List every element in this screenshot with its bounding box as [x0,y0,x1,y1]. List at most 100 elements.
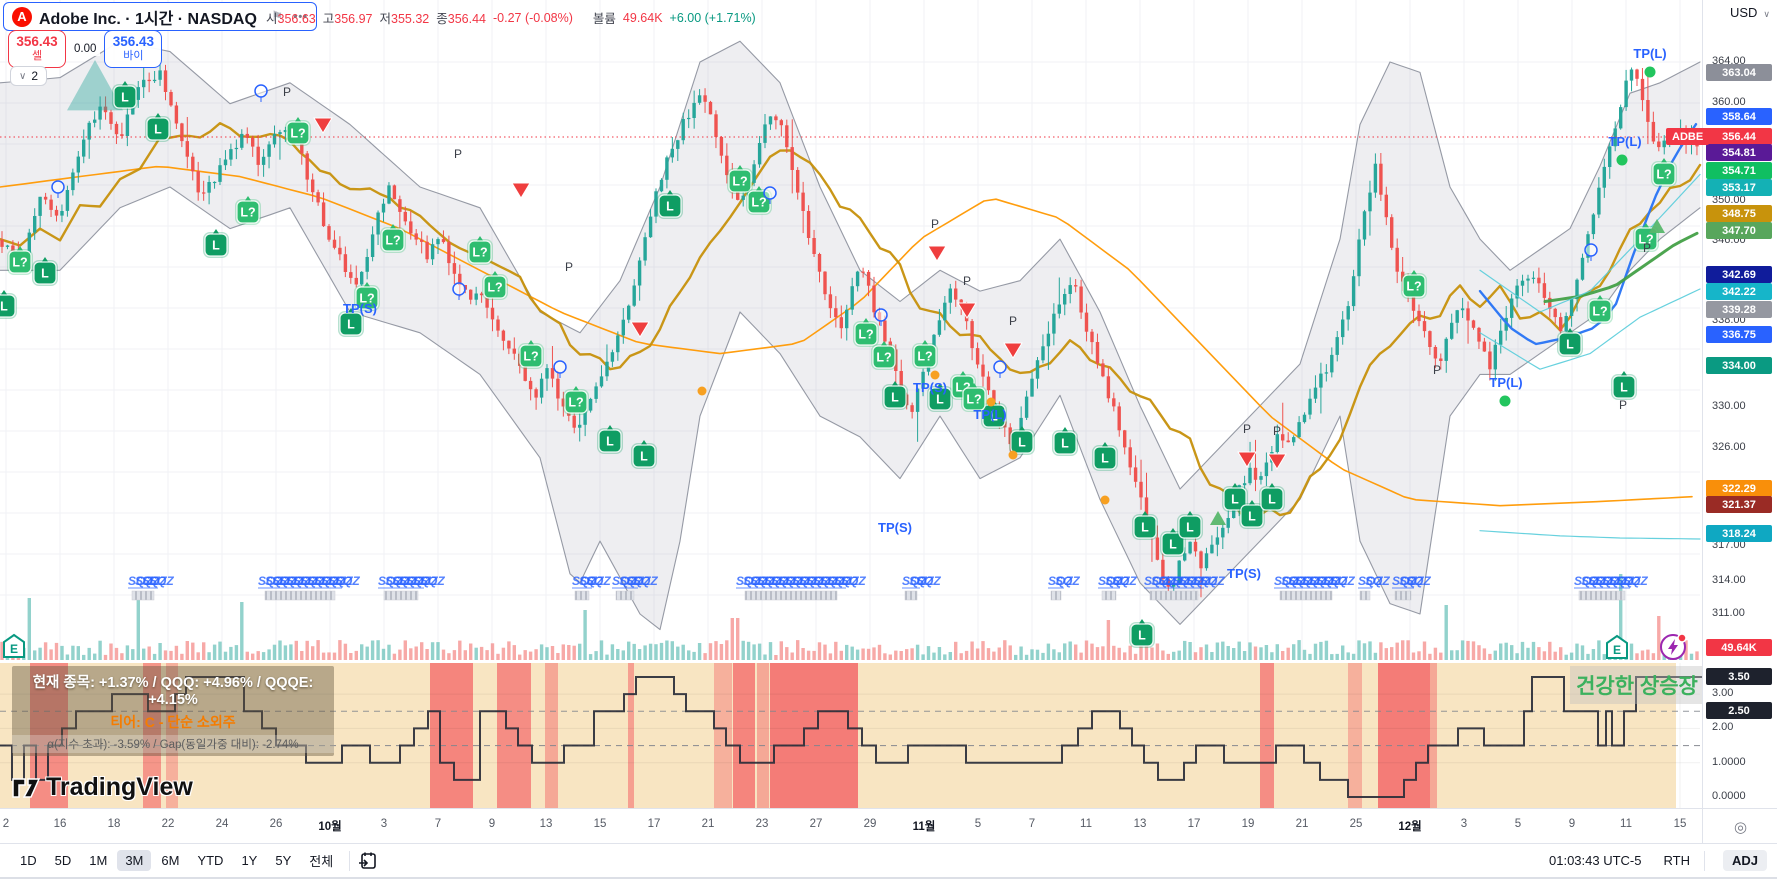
long-question-marker[interactable]: L? [467,236,493,265]
earnings-event-icon[interactable]: E [1606,634,1628,659]
earnings-event-icon[interactable]: E [3,633,25,658]
long-question-marker[interactable]: L? [727,165,753,194]
go-to-date-button[interactable] [358,851,378,871]
relative-strength-line: 현재 종목: +1.37% / QQQ: +4.96% / QQQE: +4.1… [32,675,314,708]
bollinger-band [0,41,1700,630]
symbol-price-tag: ADBE [1666,128,1710,145]
long-marker[interactable]: L [1177,511,1203,540]
legend-collapse-toggle[interactable]: ∨ 2 [10,66,48,86]
range-button-1m[interactable]: 1M [81,850,115,871]
long-question-marker[interactable]: L? [518,340,544,369]
clock-readout[interactable]: 01:03:43 UTC-5 [1549,853,1642,868]
volume-value: 49.64K [622,10,663,25]
long-question-marker[interactable]: L? [7,246,33,275]
svg-text:SQZ: SQZ [633,574,658,588]
change-value: -0.27 (-0.08%) [493,10,573,25]
range-button-전체[interactable]: 전체 [301,848,341,873]
adjusted-data-toggle[interactable]: ADJ [1722,850,1767,871]
currency-selector[interactable]: USD ∨ [1730,5,1770,20]
long-marker[interactable]: L [112,81,138,110]
range-button-1d[interactable]: 1D [12,850,45,871]
svg-text:L: L [1061,437,1069,451]
svg-text:L: L [1101,452,1109,466]
entry-circle-marker [51,180,65,194]
sell-signal-triangle[interactable] [927,245,947,262]
svg-text:L: L [1268,493,1276,507]
session-toggle[interactable]: RTH [1664,853,1690,868]
sell-label: 셀 [31,50,43,62]
squeeze-fire-band [545,663,558,808]
long-marker[interactable]: L [32,257,58,286]
svg-text:L?: L? [876,351,891,365]
long-marker[interactable]: L [1132,511,1158,540]
supercharts-boost-icon[interactable] [1660,633,1687,660]
long-marker[interactable]: L [597,425,623,454]
long-question-marker[interactable]: L? [285,117,311,146]
long-question-marker[interactable]: L? [380,224,406,253]
take-profit-label: TP(S) [1227,566,1261,581]
time-axis-label: 17 [1187,818,1201,830]
long-marker[interactable]: L [657,190,683,219]
long-marker[interactable]: L [1052,427,1078,456]
long-question-marker[interactable]: L? [235,196,261,225]
price-level-badge: 2.50 [1706,702,1772,719]
time-axis-label: 15 [593,818,607,830]
pivot-label: P [931,217,939,231]
time-axis-label: 26 [269,818,283,830]
time-axis-label: 11 [1620,818,1632,830]
long-question-marker[interactable]: L? [871,341,897,370]
range-button-3m[interactable]: 3M [117,850,152,871]
range-button-6m[interactable]: 6M [153,850,187,871]
relative-strength-overlay: 현재 종목: +1.37% / QQQ: +4.96% / QQQE: +4.1… [12,666,334,756]
pivot-label: P [963,274,971,288]
long-question-marker[interactable]: L? [482,271,508,300]
time-axis-label: 7 [434,818,442,830]
scales-settings-icon: ◎ [1733,818,1748,836]
range-button-5y[interactable]: 5Y [267,850,299,871]
long-question-marker[interactable]: L? [1651,158,1677,187]
svg-text:L: L [1169,538,1177,552]
long-marker[interactable]: L [1259,483,1285,512]
time-axis-label: 16 [53,818,67,830]
long-marker[interactable]: L [203,229,229,258]
time-axis-label: 3 [380,818,388,830]
buy-button[interactable]: 356.43 바이 [104,30,163,68]
entry-circle-marker [553,360,567,374]
tradingview-watermark: TradingView [12,773,193,802]
long-marker[interactable]: L [1129,619,1155,648]
date-range-switcher: 1D 5D 1M 3M 6M YTD 1Y 5Y 전체 [12,848,341,873]
entry-circle-marker [254,84,268,98]
range-button-ytd[interactable]: YTD [189,850,231,871]
price-level-badge: 353.17 [1706,179,1772,196]
axis-settings-cell[interactable]: ◎ [1702,808,1777,844]
svg-text:L?: L? [732,175,747,189]
long-question-marker[interactable]: L? [1587,295,1613,324]
time-axis[interactable]: 2 16 18 22 24 26 10월 3 7 9 13 15 17 21 23 27 29 11월 5 7 11 13… [0,808,1702,844]
long-marker[interactable]: L [1092,442,1118,471]
time-axis-label: 21 [1295,818,1309,830]
long-marker[interactable]: L [1557,328,1583,357]
time-axis-label: 5 [974,818,982,830]
price-axis[interactable]: USD ∨ 364.00 360.00 350.00 346.00 338.00 330.0… [1702,0,1777,843]
long-marker[interactable]: L [1611,371,1637,400]
range-button-5d[interactable]: 5D [47,850,80,871]
sell-signal-triangle[interactable] [511,182,531,199]
svg-text:L: L [41,267,49,281]
long-marker[interactable]: L [882,381,908,410]
long-question-marker[interactable]: L? [1401,270,1427,299]
svg-text:SQZ: SQZ [841,574,866,588]
range-button-1y[interactable]: 1Y [233,850,265,871]
svg-text:SQZ: SQZ [1365,574,1390,588]
watermark-text: TradingView [46,773,193,801]
signal-dot [1100,495,1110,505]
take-profit-dot [1616,154,1628,166]
long-marker[interactable]: L [145,113,171,142]
sell-button[interactable]: 356.43 셀 [8,30,66,68]
long-question-marker[interactable]: L? [853,318,879,347]
long-question-marker[interactable]: L? [912,340,938,369]
svg-text:L: L [666,200,674,214]
svg-text:L: L [1018,436,1026,450]
long-marker[interactable]: L [0,290,17,319]
long-marker[interactable]: L [631,440,657,469]
long-question-marker[interactable]: L? [563,386,589,415]
